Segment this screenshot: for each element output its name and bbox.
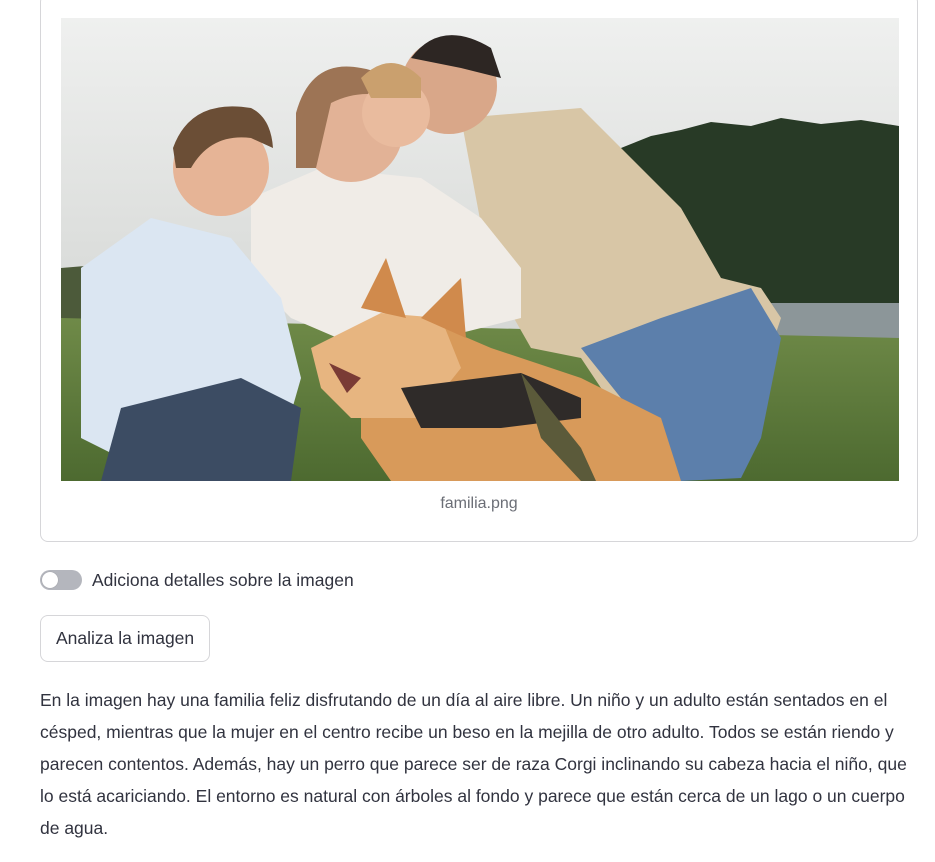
family-photo-illustration	[61, 18, 899, 481]
analyze-image-button[interactable]: Analiza la imagen	[40, 615, 211, 662]
image-caption: familia.png	[440, 495, 518, 512]
family-photo	[61, 18, 899, 481]
details-toggle-label: Adiciona detalles sobre la imagen	[92, 569, 354, 590]
toggle-switch[interactable]	[40, 570, 82, 590]
details-toggle[interactable]: Adiciona detalles sobre la imagen	[40, 566, 354, 594]
analysis-result-text: En la imagen hay una familia feliz disfr…	[40, 690, 907, 838]
toggle-knob	[42, 572, 58, 588]
image-card: familia.png	[40, 0, 918, 542]
